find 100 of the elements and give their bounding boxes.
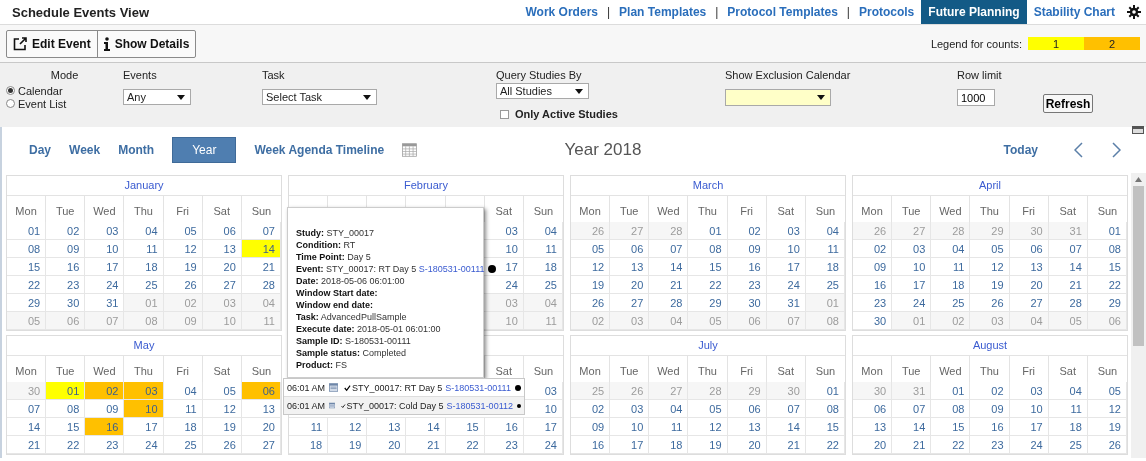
day-cell[interactable]: 22 xyxy=(46,436,86,454)
sample-link[interactable]: S-180531-00111 xyxy=(445,382,511,393)
day-cell[interactable]: 16 xyxy=(727,258,767,276)
day-cell[interactable]: 18 xyxy=(649,436,689,454)
calendar-icon[interactable] xyxy=(402,141,417,159)
day-cell[interactable]: 09 xyxy=(571,418,611,436)
day-cell[interactable]: 10 xyxy=(766,240,806,258)
day-cell[interactable]: 26 xyxy=(163,276,203,294)
day-cell[interactable]: 01 xyxy=(46,382,86,400)
day-cell[interactable]: 18 xyxy=(523,258,563,276)
day-cell[interactable]: 14 xyxy=(241,240,281,258)
day-cell[interactable]: 23 xyxy=(727,276,767,294)
scroll-up-icon[interactable] xyxy=(1135,177,1142,182)
day-cell[interactable]: 01 xyxy=(1087,222,1127,240)
day-cell[interactable]: 26 xyxy=(970,294,1010,312)
day-cell[interactable]: 20 xyxy=(610,276,650,294)
day-cell[interactable]: 17 xyxy=(1009,418,1049,436)
view-tab[interactable]: Week xyxy=(69,143,101,157)
day-cell[interactable]: 03 xyxy=(85,222,125,240)
sample-link[interactable]: S-180531-00112 xyxy=(446,400,513,411)
day-cell[interactable]: 14 xyxy=(892,418,932,436)
day-cell[interactable]: 09 xyxy=(853,258,893,276)
day-cell[interactable]: 05 xyxy=(163,222,203,240)
sample-link[interactable]: S-180531-00111 xyxy=(418,264,485,274)
day-cell[interactable]: 28 xyxy=(1048,294,1088,312)
day-cell[interactable]: 17 xyxy=(484,258,524,276)
day-cell[interactable]: 16 xyxy=(970,418,1010,436)
day-cell[interactable]: 17 xyxy=(124,418,164,436)
day-cell[interactable]: 03 xyxy=(892,240,932,258)
day-cell[interactable]: 19 xyxy=(688,436,728,454)
task-dropdown[interactable]: Select Task xyxy=(262,89,377,105)
day-cell[interactable]: 27 xyxy=(1009,294,1049,312)
day-cell[interactable]: 16 xyxy=(853,276,893,294)
day-cell[interactable]: 13 xyxy=(241,400,281,418)
day-cell[interactable]: 12 xyxy=(970,258,1010,276)
day-cell[interactable]: 19 xyxy=(1087,418,1127,436)
day-cell[interactable]: 20 xyxy=(202,258,242,276)
nav-link[interactable]: Protocols xyxy=(851,0,922,24)
day-cell[interactable]: 30 xyxy=(853,312,893,330)
view-tab[interactable]: Month xyxy=(118,143,155,157)
day-cell[interactable]: 26 xyxy=(571,294,611,312)
day-cell[interactable]: 05 xyxy=(1087,382,1127,400)
day-cell[interactable]: 02 xyxy=(970,382,1010,400)
day-cell[interactable]: 18 xyxy=(931,276,971,294)
day-cell[interactable]: 24 xyxy=(523,436,563,454)
day-cell[interactable]: 19 xyxy=(571,276,611,294)
day-cell[interactable]: 16 xyxy=(484,418,524,436)
day-cell[interactable]: 11 xyxy=(931,258,971,276)
day-cell[interactable]: 06 xyxy=(727,400,767,418)
day-cell[interactable]: 10 xyxy=(1009,400,1049,418)
day-cell[interactable]: 29 xyxy=(7,294,47,312)
day-cell[interactable]: 05 xyxy=(202,382,242,400)
day-cell[interactable]: 24 xyxy=(484,276,524,294)
day-cell[interactable]: 18 xyxy=(289,436,329,454)
mode-radio[interactable]: Event List xyxy=(6,97,123,110)
day-cell[interactable]: 04 xyxy=(163,382,203,400)
day-cell[interactable]: 23 xyxy=(46,276,86,294)
day-cell[interactable]: 16 xyxy=(46,258,86,276)
day-cell[interactable]: 25 xyxy=(163,436,203,454)
day-cell[interactable]: 09 xyxy=(727,240,767,258)
row-limit-field[interactable]: 1000 xyxy=(957,89,995,106)
day-cell[interactable]: 04 xyxy=(805,222,845,240)
previous-icon[interactable] xyxy=(1074,142,1083,158)
day-cell[interactable]: 01 xyxy=(688,222,728,240)
show-details-button[interactable]: Show Details xyxy=(96,30,196,57)
day-cell[interactable]: 12 xyxy=(571,258,611,276)
day-cell[interactable]: 03 xyxy=(484,222,524,240)
day-cell[interactable]: 25 xyxy=(523,276,563,294)
day-cell[interactable]: 07 xyxy=(649,240,689,258)
day-cell[interactable]: 02 xyxy=(571,400,611,418)
day-cell[interactable]: 10 xyxy=(124,400,164,418)
day-cell[interactable]: 02 xyxy=(727,222,767,240)
events-dropdown[interactable]: Any xyxy=(123,89,191,105)
day-cell[interactable]: 11 xyxy=(523,240,563,258)
day-cell[interactable]: 08 xyxy=(805,400,845,418)
day-cell[interactable]: 03 xyxy=(523,382,563,400)
day-cell[interactable]: 30 xyxy=(46,294,86,312)
day-cell[interactable]: 24 xyxy=(124,436,164,454)
day-cell[interactable]: 20 xyxy=(241,418,281,436)
settings-icon[interactable] xyxy=(1127,5,1141,19)
day-cell[interactable]: 20 xyxy=(367,436,407,454)
day-cell[interactable]: 03 xyxy=(1009,382,1049,400)
day-cell[interactable]: 16 xyxy=(85,418,125,436)
day-cell[interactable]: 12 xyxy=(1087,400,1127,418)
day-cell[interactable]: 15 xyxy=(805,418,845,436)
day-cell[interactable]: 09 xyxy=(46,240,86,258)
today-button[interactable]: Today xyxy=(1003,143,1038,157)
day-cell[interactable]: 25 xyxy=(124,276,164,294)
day-cell[interactable]: 02 xyxy=(853,240,893,258)
day-cell[interactable]: 23 xyxy=(970,436,1010,454)
day-cell[interactable]: 25 xyxy=(931,294,971,312)
day-cell[interactable]: 25 xyxy=(805,276,845,294)
day-cell[interactable]: 11 xyxy=(1048,400,1088,418)
day-cell[interactable]: 26 xyxy=(1087,436,1127,454)
day-cell[interactable]: 14 xyxy=(1048,258,1088,276)
day-cell[interactable]: 25 xyxy=(1048,436,1088,454)
day-cell[interactable]: 05 xyxy=(970,240,1010,258)
day-cell[interactable]: 03 xyxy=(610,400,650,418)
day-cell[interactable]: 10 xyxy=(484,240,524,258)
day-cell[interactable]: 20 xyxy=(727,436,767,454)
